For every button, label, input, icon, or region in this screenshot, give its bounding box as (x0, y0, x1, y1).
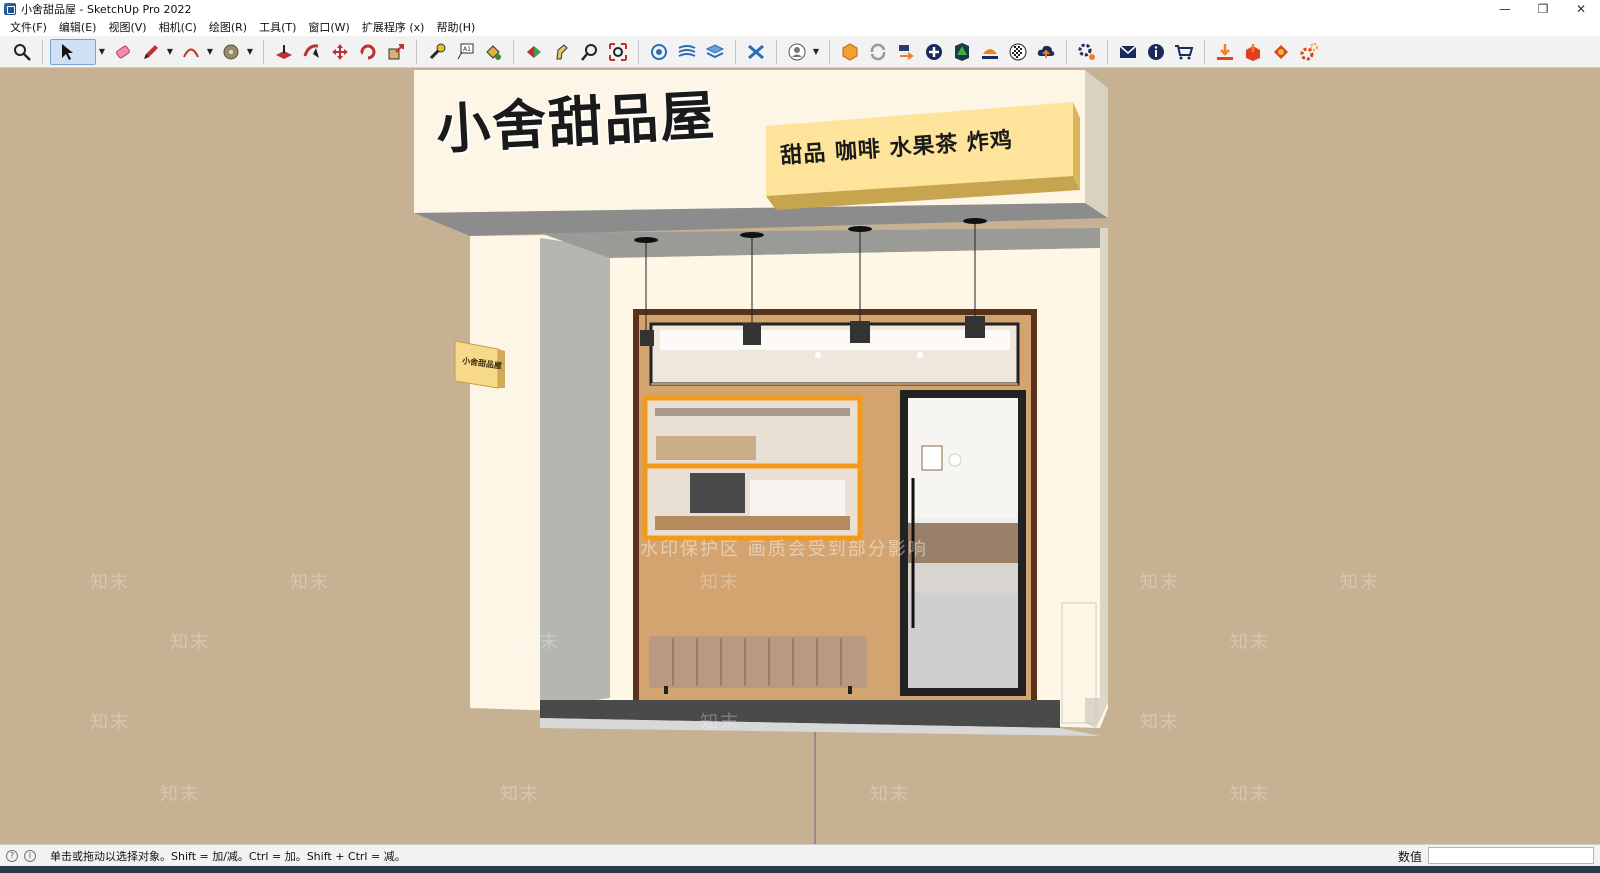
scale-icon[interactable] (383, 39, 409, 65)
main-toolbar: ▼ ▼ ▼ ▼ A1 ▼ (0, 36, 1600, 68)
plugin-icon[interactable] (1268, 39, 1294, 65)
watermark-brand: 知末 (700, 712, 740, 733)
menu-file[interactable]: 文件(F) (4, 19, 53, 35)
paint-icon[interactable] (218, 39, 244, 65)
watermark-brand: 知末 (170, 632, 210, 653)
menu-window[interactable]: 窗口(W) (302, 19, 355, 35)
watermark-notice: 水印保护区 画质会受到部分影响 (640, 539, 928, 560)
drawing-viewport[interactable]: 小舍甜品屋 甜品 咖啡 水果茶 炸鸡 小舍甜品屋 水印保护区 画质会受到部分影响… (0, 68, 1600, 844)
menu-extensions[interactable]: 扩展程序 (x) (356, 19, 431, 35)
walk-icon[interactable] (549, 39, 575, 65)
transfer-icon[interactable] (893, 39, 919, 65)
user-icon[interactable] (784, 39, 810, 65)
watermark-brand: 知末 (90, 572, 130, 593)
watermark-brand: 知末 (290, 572, 330, 593)
pencil-dropdown-icon[interactable]: ▼ (165, 39, 175, 65)
text-icon[interactable]: A1 (452, 39, 478, 65)
window-title: 小舍甜品屋 - SketchUp Pro 2022 (21, 3, 192, 16)
select-icon[interactable] (50, 38, 96, 65)
watermark-brand: 知末 (1230, 784, 1270, 805)
styles-icon[interactable] (743, 39, 769, 65)
watermark-brand: 知末 (700, 572, 740, 593)
watermark-brand: 知末 (1340, 572, 1380, 593)
watermark-brand: 知末 (1140, 712, 1180, 733)
taskbar-edge (0, 866, 1600, 873)
pencil-icon[interactable] (138, 39, 164, 65)
menu-tools[interactable]: 工具(T) (253, 19, 302, 35)
checker-icon[interactable] (1005, 39, 1031, 65)
warehouse-icon[interactable] (837, 39, 863, 65)
section-plane-icon[interactable] (521, 39, 547, 65)
watermark-brand: 知末 (870, 784, 910, 805)
restore-button[interactable]: ❐ (1524, 0, 1562, 18)
component-icon[interactable] (646, 39, 672, 65)
layers-icon[interactable] (702, 39, 728, 65)
arc-dropdown-icon[interactable]: ▼ (205, 39, 215, 65)
geolocation-icon[interactable]: ? (6, 849, 18, 862)
sketchup-logo-icon (4, 3, 16, 15)
info-icon[interactable] (1143, 39, 1169, 65)
sandbox-icon[interactable] (674, 39, 700, 65)
watermark-brand: 知末 (1230, 632, 1270, 653)
status-bar: ? i 单击或拖动以选择对象。Shift = 加/减。Ctrl = 加。Shif… (0, 844, 1600, 866)
zoom-extents-icon[interactable] (605, 39, 631, 65)
watermark-brand: 知末 (520, 632, 560, 653)
zoom-icon[interactable] (9, 39, 35, 65)
add-icon[interactable] (921, 39, 947, 65)
watermark-brand: 知末 (1140, 572, 1180, 593)
menu-bar: 文件(F) 编辑(E) 视图(V) 相机(C) 绘图(R) 工具(T) 窗口(W… (0, 18, 1600, 36)
shape-dropdown-icon[interactable]: ▼ (245, 39, 255, 65)
storefront-model (414, 70, 1108, 844)
measurements-label: 数值 (1397, 850, 1422, 864)
follow-me-icon[interactable] (299, 39, 325, 65)
watermark-brand: 知末 (90, 712, 130, 733)
materials-icon[interactable] (977, 39, 1003, 65)
select-dropdown-icon[interactable]: ▼ (97, 39, 107, 65)
watermark-brand: 知末 (500, 784, 540, 805)
main-sign-text: 小舍甜品屋 (434, 83, 718, 162)
menu-camera[interactable]: 相机(C) (153, 19, 203, 35)
cart-icon[interactable] (1171, 39, 1197, 65)
rotate-icon[interactable] (355, 39, 381, 65)
menu-view[interactable]: 视图(V) (102, 19, 152, 35)
minimize-button[interactable]: — (1486, 0, 1524, 18)
menu-edit[interactable]: 编辑(E) (53, 19, 103, 35)
cloud-upload-icon[interactable] (1033, 39, 1059, 65)
zoom-window-icon[interactable] (577, 39, 603, 65)
title-bar: 小舍甜品屋 - SketchUp Pro 2022 — ❐ ✕ (0, 0, 1600, 18)
user-dropdown-icon[interactable]: ▼ (811, 39, 821, 65)
watermark-brand: 知末 (160, 784, 200, 805)
paint-bucket-icon[interactable] (480, 39, 506, 65)
refresh-icon[interactable] (865, 39, 891, 65)
mail-icon[interactable] (1115, 39, 1141, 65)
measurements-input[interactable] (1428, 847, 1594, 864)
window-controls: — ❐ ✕ (1486, 0, 1600, 18)
import-icon[interactable] (1212, 39, 1238, 65)
move-icon[interactable] (327, 39, 353, 65)
arc-icon[interactable] (178, 39, 204, 65)
push-pull-icon[interactable] (271, 39, 297, 65)
eraser-icon[interactable] (110, 39, 136, 65)
tree-icon[interactable] (949, 39, 975, 65)
export-icon[interactable] (1240, 39, 1266, 65)
status-hint: 单击或拖动以选择对象。Shift = 加/减。Ctrl = 加。Shift + … (50, 849, 406, 863)
svg-text:A1: A1 (463, 46, 471, 53)
gear-icon[interactable] (1296, 39, 1322, 65)
menu-draw[interactable]: 绘图(R) (203, 19, 253, 35)
tape-measure-icon[interactable] (424, 39, 450, 65)
menu-help[interactable]: 帮助(H) (430, 19, 481, 35)
close-button[interactable]: ✕ (1562, 0, 1600, 18)
info-status-icon[interactable]: i (24, 849, 36, 862)
settings-icon[interactable] (1074, 39, 1100, 65)
